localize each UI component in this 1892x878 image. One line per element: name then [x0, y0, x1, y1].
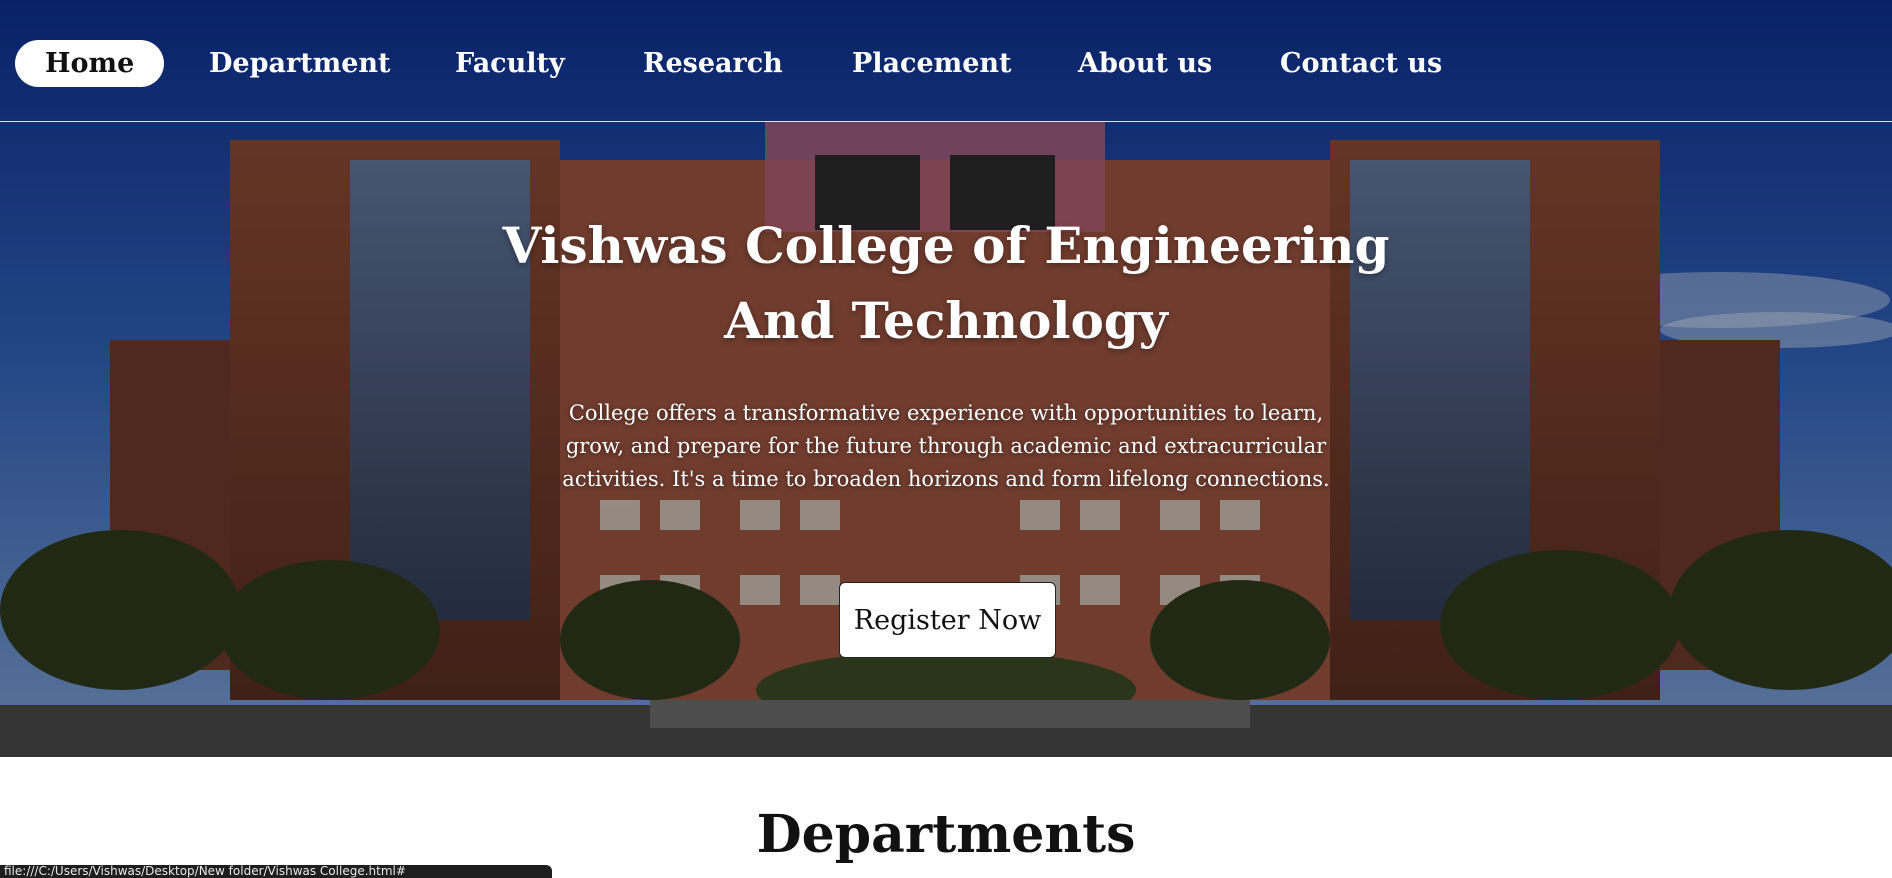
nav-item-department[interactable]: Department [179, 40, 421, 87]
departments-heading: Departments [756, 804, 1136, 865]
nav-item-home[interactable]: Home [15, 40, 165, 87]
nav-item-faculty[interactable]: Faculty [425, 40, 595, 87]
register-now-button[interactable]: Register Now [839, 582, 1056, 658]
main-navigation: Home Department Faculty Research Placeme… [0, 0, 1892, 122]
nav-item-research[interactable]: Research [613, 40, 813, 87]
nav-item-contact-us[interactable]: Contact us [1250, 40, 1472, 87]
nav-item-placement[interactable]: Placement [822, 40, 1042, 87]
nav-item-about-us[interactable]: About us [1048, 40, 1242, 87]
hero-description: College offers a transformative experien… [562, 401, 1330, 491]
status-bar-url: file:///C:/Users/Vishwas/Desktop/New fol… [0, 865, 552, 878]
college-title: Vishwas College of Engineering And Techn… [502, 216, 1390, 350]
